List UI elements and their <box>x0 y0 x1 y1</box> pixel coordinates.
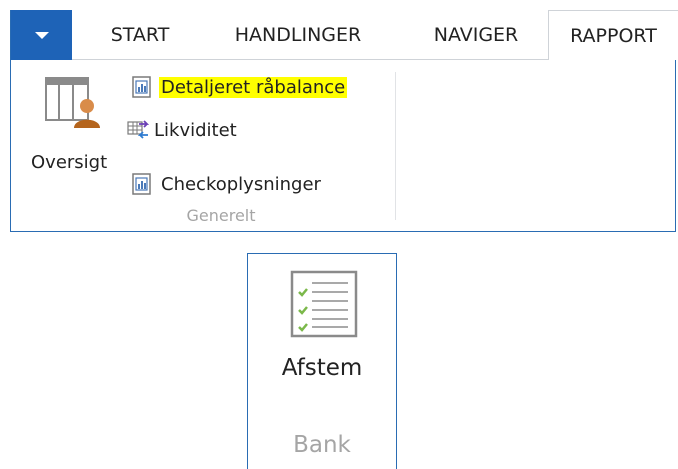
tab-naviger[interactable]: NAVIGER <box>429 10 523 60</box>
tab-start[interactable]: START <box>107 10 173 60</box>
application-menu-button[interactable] <box>11 10 72 60</box>
report-icon <box>132 173 151 195</box>
page: START HANDLINGER NAVIGER RAPPORT Oversig… <box>0 0 678 469</box>
likviditet-label: Likviditet <box>154 119 237 141</box>
table-person-icon <box>45 77 100 128</box>
tab-divider <box>72 59 548 60</box>
ribbon-tab-bar: START HANDLINGER NAVIGER RAPPORT <box>11 10 678 60</box>
oversigt-label: Oversigt <box>31 152 108 173</box>
afstem-label: Afstem <box>281 355 363 381</box>
report-icon <box>132 76 151 98</box>
tab-handlinger[interactable]: HANDLINGER <box>225 10 371 60</box>
tab-rapport[interactable]: RAPPORT <box>548 10 678 60</box>
caret-down-icon <box>34 32 49 39</box>
liquidity-icon <box>127 120 149 139</box>
checkoplysninger-label: Checkoplysninger <box>161 173 321 195</box>
group-separator <box>395 72 396 220</box>
detaljeret-raabalance-label: Detaljeret råbalance <box>159 76 348 98</box>
checkoplysninger-button[interactable]: Checkoplysninger <box>131 169 323 199</box>
oversigt-button[interactable]: Oversigt <box>20 72 124 173</box>
group-label-generelt: Generelt <box>186 206 256 225</box>
likviditet-button[interactable]: Likviditet <box>127 115 239 145</box>
bank-group-panel: Afstem Bank <box>247 253 397 469</box>
group-label-bank: Bank <box>293 432 351 458</box>
ribbon: START HANDLINGER NAVIGER RAPPORT Oversig… <box>10 10 678 232</box>
checklist-icon <box>290 270 358 338</box>
afstem-button[interactable]: Afstem <box>248 254 396 394</box>
detaljeret-raabalance-button[interactable]: Detaljeret råbalance <box>131 72 348 102</box>
